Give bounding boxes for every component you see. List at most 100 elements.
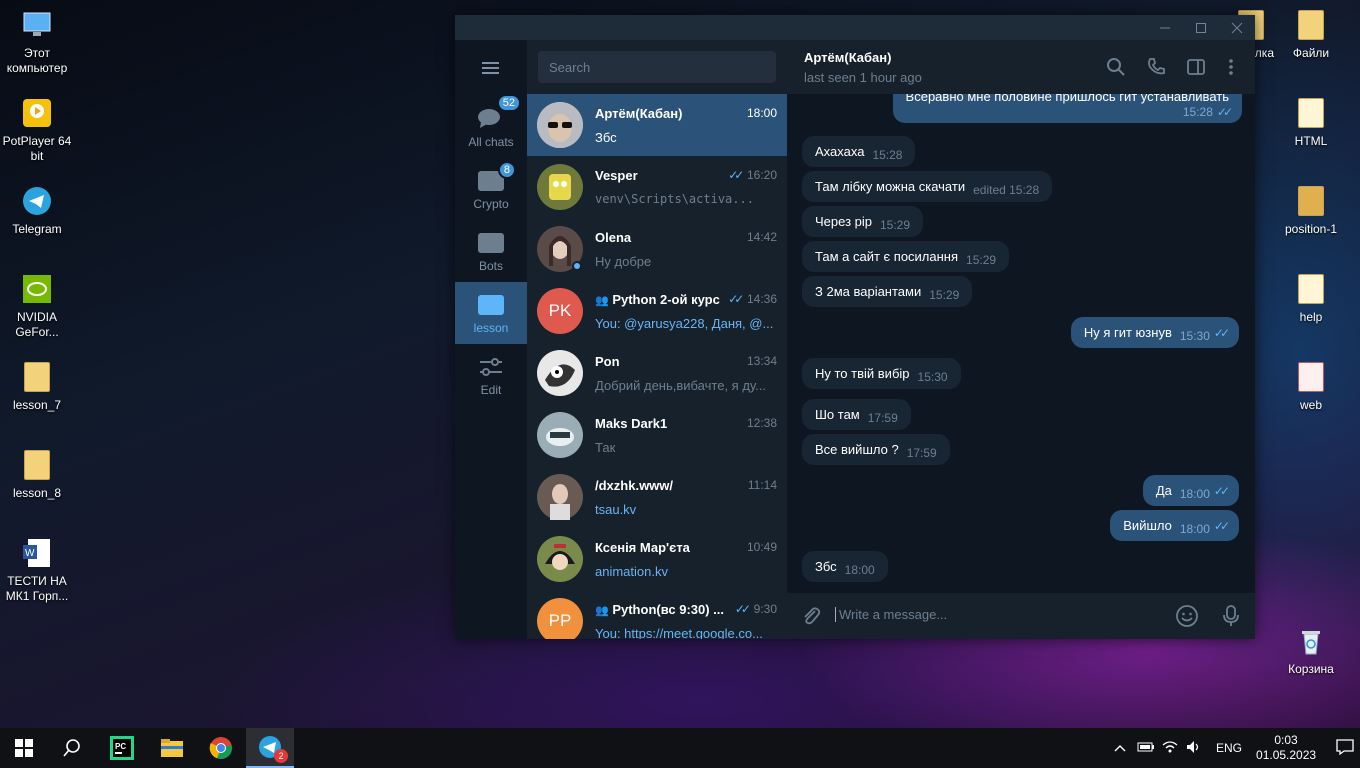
start-button[interactable] bbox=[0, 728, 48, 768]
pycharm-icon: PC bbox=[110, 736, 134, 760]
message-time: 15:29 bbox=[880, 218, 911, 232]
message-bubble-in[interactable]: Через pip 15:29 bbox=[802, 206, 924, 237]
system-tray: ENG 0:03 01.05.2023 bbox=[1110, 728, 1354, 768]
avatar: PK bbox=[537, 288, 583, 334]
microphone-icon bbox=[1223, 605, 1239, 626]
call-button[interactable] bbox=[1144, 55, 1168, 79]
chat-preview: tsau.kv bbox=[595, 502, 637, 517]
tray-overflow-icon[interactable] bbox=[1110, 741, 1130, 755]
chat-row-python-2[interactable]: PK 👥 Python 2-ой курс ✓✓ 14:36 You: @yar… bbox=[527, 280, 787, 342]
more-button[interactable] bbox=[1219, 55, 1243, 79]
desktop-icon-potplayer[interactable]: PotPlayer 64 bit bbox=[0, 96, 74, 164]
chat-header[interactable]: Артём(Кабан) last seen 1 hour ago bbox=[787, 40, 1255, 94]
chat-row-maks[interactable]: Maks Dark1 12:38 Так bbox=[527, 404, 787, 466]
desktop-icon-html[interactable]: HTML bbox=[1274, 96, 1348, 149]
chat-row-vesper[interactable]: Vesper ✓✓ 16:20 venv\Scripts\activa... bbox=[527, 156, 787, 218]
message-bubble-in[interactable]: Все вийшло ? 17:59 bbox=[802, 434, 950, 465]
search-button[interactable] bbox=[1104, 55, 1128, 79]
window-titlebar[interactable] bbox=[455, 15, 1255, 40]
clock[interactable]: 0:03 01.05.2023 bbox=[1256, 733, 1316, 763]
maximize-button[interactable] bbox=[1183, 15, 1219, 40]
chat-name: 👥 Python(вс 9:30) ... bbox=[595, 602, 745, 617]
desktop-icon-label: help bbox=[1299, 310, 1323, 324]
folder-edit[interactable]: Edit bbox=[455, 344, 527, 406]
message-bubble-in[interactable]: Там а сайт є посилання 15:29 bbox=[802, 241, 1010, 272]
desktop-icon-telegram[interactable]: Telegram bbox=[0, 184, 74, 237]
minimize-button[interactable] bbox=[1147, 15, 1183, 40]
desktop-icon-label: web bbox=[1299, 398, 1322, 412]
message-text: З 2ма варіантами bbox=[815, 284, 922, 299]
desktop-icon-help[interactable]: help bbox=[1274, 272, 1348, 325]
message-bubble-in[interactable]: Ахахаха 15:28 bbox=[802, 136, 916, 167]
language-indicator[interactable]: ENG bbox=[1216, 741, 1242, 755]
message-bubble-in[interactable]: Шо там 17:59 bbox=[802, 399, 911, 430]
read-checks-icon: ✓✓ bbox=[734, 602, 751, 616]
more-vertical-icon bbox=[1229, 59, 1233, 75]
folder-crypto[interactable]: 8 Crypto bbox=[455, 158, 527, 220]
emoji-button[interactable] bbox=[1175, 604, 1199, 628]
chat-row-dxzhk[interactable]: /dxzhk.www/ 11:14 tsau.kv bbox=[527, 466, 787, 528]
wifi-icon[interactable] bbox=[1158, 740, 1182, 757]
taskbar-file-explorer[interactable] bbox=[148, 728, 196, 768]
message-bubble-in[interactable]: З 2ма варіантами 15:29 bbox=[802, 276, 973, 307]
avatar bbox=[537, 412, 583, 458]
message-bubble-in[interactable]: Ну то твій вибір 15:30 bbox=[802, 358, 961, 389]
taskbar-chrome[interactable] bbox=[197, 728, 245, 768]
desktop-icon-nvidia[interactable]: NVIDIA GeFor... bbox=[0, 272, 74, 340]
chat-row-pon[interactable]: Pon 13:34 Добрий день,вибачте, я ду... bbox=[527, 342, 787, 404]
desktop-icon-position-1[interactable]: position-1 bbox=[1274, 184, 1348, 237]
chat-time: 11:14 bbox=[747, 478, 777, 492]
chat-name: Maks Dark1 bbox=[595, 416, 668, 431]
desktop-icon-faily[interactable]: Файли bbox=[1274, 8, 1348, 61]
message-time: 18:00 bbox=[844, 563, 875, 577]
folder-all-chats[interactable]: 52 All chats bbox=[455, 94, 527, 158]
chat-name: Ксенія Мар'єта bbox=[595, 540, 690, 555]
voice-button[interactable] bbox=[1219, 604, 1243, 628]
potplayer-icon bbox=[20, 96, 54, 130]
chat-row-olena[interactable]: Olena 14:42 Ну добре bbox=[527, 218, 787, 280]
message-bubble-out[interactable]: Да 18:00 ✓✓ bbox=[1142, 475, 1239, 506]
chat-preview: Збс bbox=[595, 130, 617, 145]
sidebar-toggle-button[interactable] bbox=[1184, 55, 1208, 79]
taskbar-search-button[interactable] bbox=[48, 728, 96, 768]
taskbar-telegram[interactable]: 2 bbox=[246, 728, 294, 768]
folder-lesson[interactable]: lesson bbox=[455, 282, 527, 344]
battery-icon[interactable] bbox=[1134, 741, 1158, 755]
taskbar-pycharm[interactable]: PC bbox=[98, 728, 146, 768]
notifications-button[interactable] bbox=[1336, 738, 1354, 758]
message-bubble-in[interactable]: Там лібку можна скачати edited 15:28 bbox=[802, 171, 1053, 202]
desktop-icon-label: Файли bbox=[1292, 46, 1330, 60]
chat-time: 10:49 bbox=[746, 540, 777, 554]
desktop-icon-word-doc[interactable]: W ТЕСТИ НА МК1 Горп... bbox=[0, 536, 74, 604]
chat-preview: You: https://meet.google.co... bbox=[595, 626, 763, 639]
chat-row-python-sun[interactable]: PP 👥 Python(вс 9:30) ... ✓✓ 9:30 You: ht… bbox=[527, 590, 787, 639]
message-bubble-in[interactable]: Збс 18:00 bbox=[802, 551, 888, 582]
volume-icon[interactable] bbox=[1182, 740, 1206, 757]
desktop-icon-label: Этот компьютер bbox=[6, 46, 68, 75]
search-input[interactable]: Search bbox=[538, 51, 776, 83]
message-bubble-out[interactable]: Ну я гит юзнув 15:30 ✓✓ bbox=[1070, 317, 1239, 348]
avatar bbox=[537, 474, 583, 520]
chat-preview: animation.kv bbox=[595, 564, 668, 579]
folder-icon bbox=[478, 295, 504, 315]
chat-time: ✓✓ 16:20 bbox=[724, 168, 777, 182]
message-bubble-out[interactable]: Вийшло 18:00 ✓✓ bbox=[1110, 510, 1239, 541]
folder-icon bbox=[1294, 184, 1328, 218]
message-text: Шо там bbox=[815, 407, 860, 422]
desktop-icon-recycle-bin[interactable]: Корзина bbox=[1274, 624, 1348, 677]
online-indicator bbox=[572, 261, 582, 271]
desktop-icon-this-pc[interactable]: Этот компьютер bbox=[0, 8, 74, 76]
desktop-icon-web[interactable]: web bbox=[1274, 360, 1348, 413]
telegram-icon bbox=[20, 184, 54, 218]
close-button[interactable] bbox=[1219, 15, 1255, 40]
main-menu-button[interactable] bbox=[479, 58, 503, 78]
desktop-icon-label: lesson_7 bbox=[12, 398, 62, 412]
attach-button[interactable] bbox=[799, 604, 823, 628]
desktop-icon-lesson-8[interactable]: lesson_8 bbox=[0, 448, 74, 501]
message-input[interactable]: Write a message... bbox=[835, 607, 947, 622]
desktop-icon-lesson-7[interactable]: lesson_7 bbox=[0, 360, 74, 413]
chat-row-artem[interactable]: Артём(Кабан) 18:00 Збс bbox=[527, 94, 787, 156]
folder-bots[interactable]: Bots bbox=[455, 220, 527, 282]
smile-icon bbox=[1176, 605, 1198, 627]
chat-row-kseniia[interactable]: Ксенія Мар'єта 10:49 animation.kv bbox=[527, 528, 787, 590]
